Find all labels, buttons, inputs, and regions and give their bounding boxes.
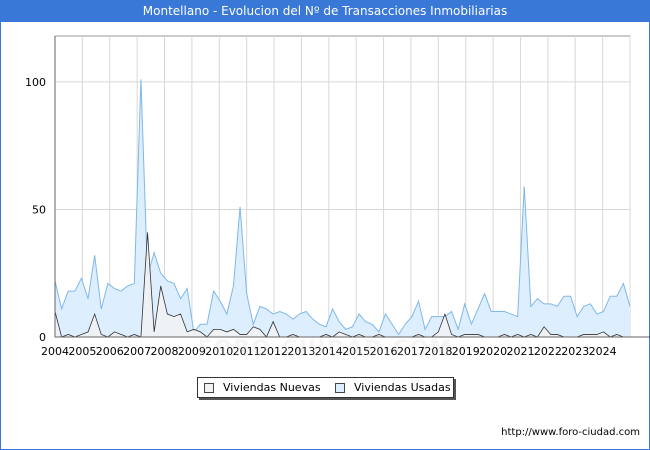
legend: Viviendas Nuevas Viviendas Usadas (197, 377, 454, 398)
legend-swatch-nuevas (204, 383, 214, 393)
x-tick-label: 2024 (589, 345, 617, 358)
source-link[interactable]: http://www.foro-ciudad.com (501, 427, 640, 438)
x-tick-label: 2005 (68, 345, 96, 358)
legend-label-usadas: Viviendas Usadas (354, 381, 451, 394)
y-tick-label: 100 (25, 76, 46, 89)
legend-label-nuevas: Viviendas Nuevas (223, 381, 321, 394)
x-tick-label: 2022 (534, 345, 562, 358)
x-tick-label: 2023 (561, 345, 589, 358)
y-tick-label: 50 (32, 203, 46, 216)
y-tick-label: 0 (39, 331, 46, 344)
watermark: FORO-CIUDAD.COM (197, 337, 453, 362)
x-tick-label: 2004 (41, 345, 69, 358)
x-tick-label: 2006 (96, 345, 124, 358)
legend-swatch-usadas (335, 383, 345, 393)
